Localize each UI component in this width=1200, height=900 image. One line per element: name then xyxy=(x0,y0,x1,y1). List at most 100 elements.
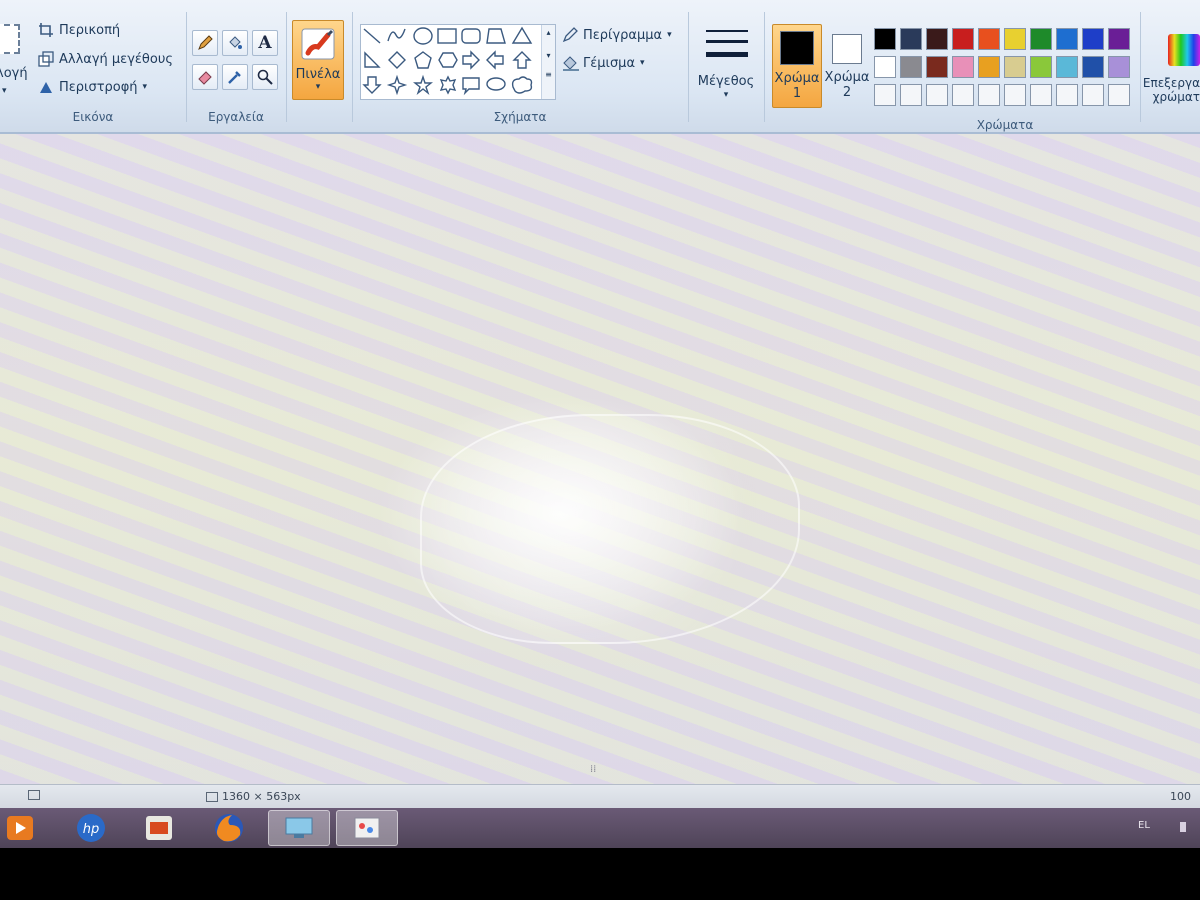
palette-swatch[interactable] xyxy=(1030,28,1052,50)
brushes-dropdown-icon: ▾ xyxy=(315,82,321,92)
separator xyxy=(286,12,287,122)
palette-swatch[interactable] xyxy=(900,56,922,78)
palette-swatch[interactable] xyxy=(1056,56,1078,78)
color2-label: Χρώμα xyxy=(824,70,870,85)
pentagon-shape-icon xyxy=(414,51,432,69)
color1-swatch xyxy=(780,31,814,65)
palette-empty-swatch[interactable] xyxy=(952,84,974,106)
fill-style-button[interactable]: Γέμισμα ▾ xyxy=(562,55,645,71)
media-player-icon xyxy=(7,816,33,840)
triangle-shape-icon xyxy=(511,26,533,44)
crop-icon xyxy=(38,22,54,38)
language-indicator[interactable]: EL xyxy=(1138,820,1150,831)
text-button[interactable]: A xyxy=(252,30,278,56)
firefox-taskbar-button[interactable] xyxy=(198,810,260,846)
crop-button[interactable]: Περικοπή xyxy=(38,22,120,38)
palette-empty-swatch[interactable] xyxy=(900,84,922,106)
hp-icon: hp xyxy=(77,814,105,842)
size-button[interactable]: Μέγεθος ▾ xyxy=(690,20,762,110)
palette-swatch[interactable] xyxy=(874,56,896,78)
palette-swatch[interactable] xyxy=(874,28,896,50)
outline-icon xyxy=(562,27,578,43)
image-dimensions-label: 1360 × 563px xyxy=(222,790,301,803)
rotate-label: Περιστροφή xyxy=(59,79,138,95)
six-point-star-shape-icon xyxy=(439,75,457,95)
show-desktop-button[interactable] xyxy=(1180,822,1186,832)
explorer-taskbar-button[interactable] xyxy=(268,810,330,846)
oval-shape-icon xyxy=(413,27,433,45)
palette-swatch[interactable] xyxy=(926,28,948,50)
palette-empty-swatch[interactable] xyxy=(1108,84,1130,106)
palette-empty-swatch[interactable] xyxy=(1030,84,1052,106)
right-triangle-shape-icon xyxy=(364,51,381,68)
resize-button[interactable]: Αλλαγή μεγέθους xyxy=(38,51,173,67)
zoom-level-label: 100 xyxy=(1170,790,1191,803)
cursor-position-icon xyxy=(28,790,40,800)
palette-empty-swatch[interactable] xyxy=(1056,84,1078,106)
palette-empty-swatch[interactable] xyxy=(978,84,1000,106)
palette-swatch[interactable] xyxy=(1082,28,1104,50)
screen-bezel xyxy=(0,848,1200,900)
palette-swatch[interactable] xyxy=(1004,56,1026,78)
paint-taskbar-button[interactable] xyxy=(336,810,398,846)
app-taskbar-button[interactable] xyxy=(128,810,190,846)
scroll-up-icon[interactable]: ▴ xyxy=(542,28,555,37)
fill-button[interactable] xyxy=(222,30,248,56)
pencil-button[interactable] xyxy=(192,30,218,56)
palette-swatch[interactable] xyxy=(952,28,974,50)
fill-bucket-icon xyxy=(229,36,242,49)
rotate-button[interactable]: Περιστροφή ▾ xyxy=(38,79,147,95)
palette-swatch[interactable] xyxy=(1108,56,1130,78)
shapes-gallery[interactable]: ▴ ▾ ≡ xyxy=(360,24,556,100)
cloud-callout-shape-icon xyxy=(511,76,533,94)
brushes-button[interactable]: Πινέλα ▾ xyxy=(292,20,344,100)
color2-button[interactable]: Χρώμα 2 xyxy=(822,24,872,108)
separator xyxy=(688,12,689,122)
four-point-star-shape-icon xyxy=(386,74,408,96)
palette-swatch[interactable] xyxy=(1056,28,1078,50)
palette-swatch[interactable] xyxy=(926,56,948,78)
palette-empty-swatch[interactable] xyxy=(1004,84,1026,106)
palette-empty-swatch[interactable] xyxy=(1082,84,1104,106)
palette-swatch[interactable] xyxy=(978,56,1000,78)
outline-label: Περίγραμμα xyxy=(583,27,663,43)
rounded-callout-shape-icon xyxy=(462,77,480,96)
shapes-scrollbar[interactable]: ▴ ▾ ≡ xyxy=(541,25,555,99)
color1-button[interactable]: Χρώμα 1 xyxy=(772,24,822,108)
outline-button[interactable]: Περίγραμμα ▾ xyxy=(562,27,672,43)
size-medium-line xyxy=(706,40,748,43)
shapes-icons xyxy=(362,26,533,96)
drawing-canvas[interactable]: ⁞⁞ xyxy=(0,134,1200,784)
color-picker-button[interactable] xyxy=(222,64,248,90)
palette-empty-swatch[interactable] xyxy=(926,84,948,106)
hp-taskbar-button[interactable]: hp xyxy=(60,810,122,846)
select-icon[interactable] xyxy=(0,24,20,54)
color1-number: 1 xyxy=(792,86,802,101)
up-arrow-shape-icon xyxy=(512,51,532,69)
eraser-button[interactable] xyxy=(192,64,218,90)
palette-swatch[interactable] xyxy=(1108,28,1130,50)
ribbon: λογή ▾ Περικοπή Αλλαγή μεγέθους Περιστρο… xyxy=(0,0,1200,134)
shapes-group-label: Σχήματα xyxy=(493,110,547,124)
palette-swatch[interactable] xyxy=(1082,56,1104,78)
palette-swatch[interactable] xyxy=(1004,28,1026,50)
canvas-resize-handle[interactable]: ⁞⁞ xyxy=(590,764,596,775)
hexagon-shape-icon xyxy=(438,52,458,68)
media-player-taskbar-button[interactable] xyxy=(0,810,40,846)
eraser-icon xyxy=(198,71,212,85)
edit-colors-label-2: χρώματ xyxy=(1152,90,1200,104)
five-point-star-shape-icon xyxy=(413,74,433,96)
palette-swatch[interactable] xyxy=(1030,56,1052,78)
select-dropdown-icon[interactable]: ▾ xyxy=(2,86,7,96)
palette-swatch[interactable] xyxy=(978,28,1000,50)
palette-empty-swatch[interactable] xyxy=(874,84,896,106)
scroll-down-icon[interactable]: ▾ xyxy=(542,51,555,60)
edit-colors-button[interactable]: Επεξεργα χρώματ xyxy=(1140,34,1200,124)
expand-gallery-icon[interactable]: ≡ xyxy=(542,70,555,79)
magnifier-button[interactable] xyxy=(252,64,278,90)
palette-swatch[interactable] xyxy=(900,28,922,50)
color1-label: Χρώμα xyxy=(774,71,820,86)
resize-icon xyxy=(38,51,54,67)
palette-swatch[interactable] xyxy=(952,56,974,78)
select-button[interactable]: λογή xyxy=(0,66,28,81)
